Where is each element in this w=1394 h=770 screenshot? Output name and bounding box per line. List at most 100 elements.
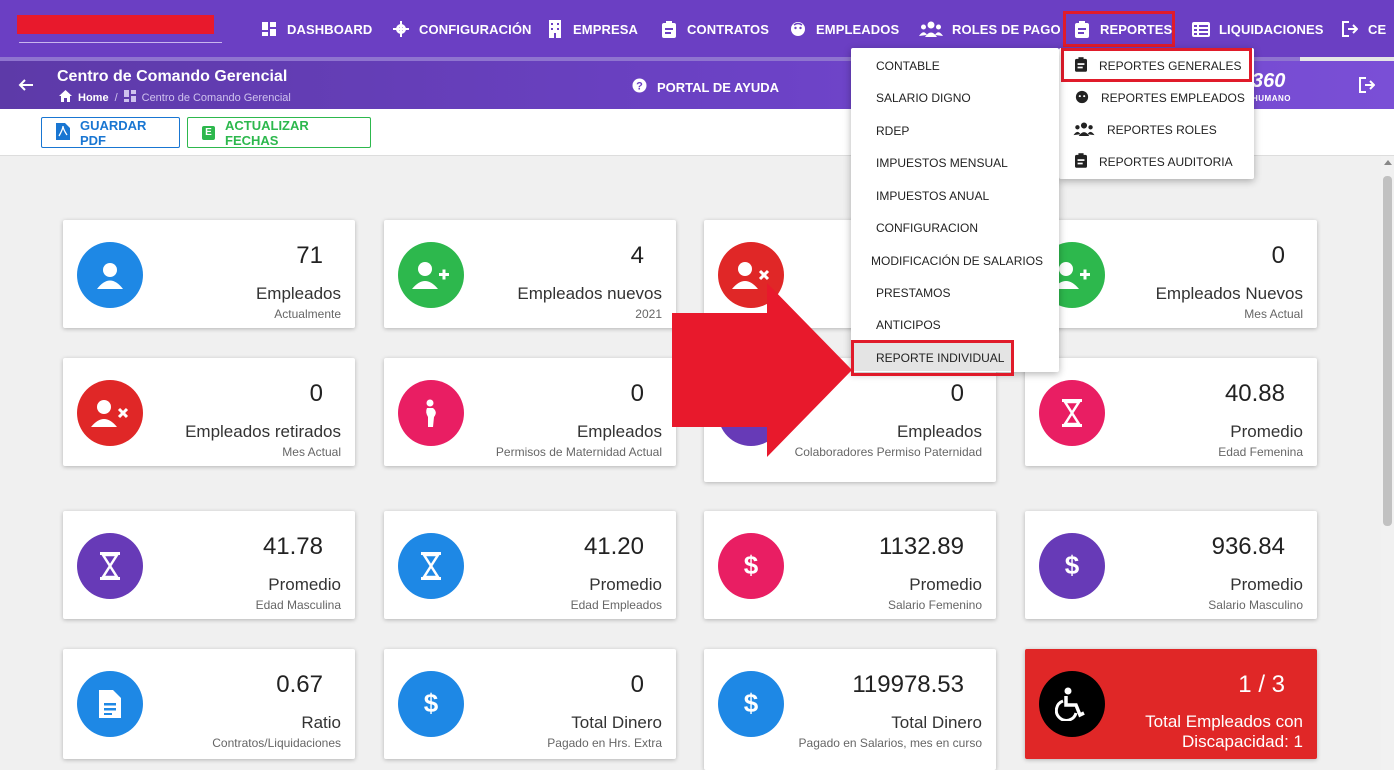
stat-value: 0 <box>309 380 323 407</box>
stat-sublabel: Permisos de Maternidad Actual <box>495 445 662 459</box>
dashboard-icon <box>260 20 278 38</box>
stat-card: 4 Empleados nuevos 2021 <box>384 220 676 328</box>
stat-value: 4 <box>630 242 644 269</box>
stat-card: 41.20 Promedio Edad Empleados <box>384 511 676 619</box>
brand-sub: HUMANO <box>1252 94 1291 103</box>
stat-value: 936.84 <box>1211 533 1285 560</box>
stat-label: Total Dinero <box>571 713 662 732</box>
scroll-thumb[interactable] <box>1383 176 1392 526</box>
update-dates-button[interactable]: E ACTUALIZAR FECHAS <box>187 117 371 148</box>
submenu-item-label: CONTABLE <box>876 59 940 73</box>
dollar-icon: $ <box>398 671 464 737</box>
stat-label: Total Dinero <box>891 713 982 732</box>
stat-sublabel: Contratos/Liquidaciones <box>212 736 341 750</box>
stat-sublabel: Pagado en Hrs. Extra <box>547 736 662 750</box>
submenu-item-modificacion-salarios[interactable]: MODIFICACIÓN DE SALARIOS <box>871 254 1043 268</box>
stat-value: 40.88 <box>1224 380 1285 407</box>
stat-label: Promedio <box>1230 575 1303 594</box>
reportes-highlight-box <box>1063 11 1175 47</box>
stat-card: $0 Total Dinero Pagado en Hrs. Extra <box>384 649 676 759</box>
submenu-item-contable[interactable]: CONTABLE <box>876 59 940 73</box>
nav-dashboard[interactable]: DASHBOARD <box>260 0 372 58</box>
person-remove-icon <box>77 380 143 446</box>
brand-logo: 360 HUMANO <box>1252 70 1291 108</box>
page-title: Centro de Comando Gerencial <box>57 68 288 85</box>
scrollbar[interactable] <box>1381 156 1394 770</box>
svg-text:$: $ <box>744 551 759 580</box>
breadcrumb-home[interactable]: Home <box>78 92 109 104</box>
submenu-item-impuestos-mensual[interactable]: IMPUESTOS MENSUAL <box>876 156 1008 170</box>
submenu-item-anticipos[interactable]: ANTICIPOS <box>876 318 941 332</box>
nav-label: DASHBOARD <box>287 21 373 37</box>
breadcrumb-separator: / <box>114 91 118 104</box>
stat-value: 1132.89 <box>879 533 964 560</box>
svg-text:$: $ <box>1065 551 1080 580</box>
hourglass-icon <box>77 533 143 599</box>
menu-item-reportes-auditoria[interactable]: REPORTES AUDITORIA <box>1075 153 1233 171</box>
pointer-arrow-annotation <box>672 283 852 462</box>
stat-sublabel: Actualmente <box>274 307 341 321</box>
submenu-item-label: CONFIGURACION <box>876 221 978 235</box>
stat-sublabel: 2021 <box>635 307 662 321</box>
submenu-item-impuestos-anual[interactable]: IMPUESTOS ANUAL <box>876 189 989 203</box>
stat-label: Promedio <box>589 575 662 594</box>
stat-value: 0 <box>1271 242 1285 269</box>
nav-empresa[interactable]: EMPRESA <box>546 0 638 58</box>
reportes-generales-highlight-box <box>1061 48 1252 82</box>
svg-text:$: $ <box>744 689 759 718</box>
stat-label: Promedio <box>1230 422 1303 441</box>
back-arrow-icon[interactable] <box>18 77 34 98</box>
submenu-item-label: SALARIO DIGNO <box>876 91 971 105</box>
nav-label: CONTRATOS <box>687 21 770 37</box>
stat-label: Ratio <box>301 713 341 732</box>
building-icon <box>546 20 564 38</box>
hourglass-icon <box>398 533 464 599</box>
gear-icon <box>392 20 410 38</box>
submenu-item-rdep[interactable]: RDEP <box>876 124 909 138</box>
submenu-item-configuracion[interactable]: CONFIGURACION <box>876 221 978 235</box>
stat-value: 71 <box>296 242 323 269</box>
document-icon <box>77 671 143 737</box>
reporte-individual-highlight-box <box>851 340 1014 376</box>
home-icon <box>59 90 72 105</box>
stat-value: 41.20 <box>583 533 644 560</box>
save-pdf-label: GUARDAR PDF <box>80 117 147 148</box>
help-portal-link[interactable]: ? PORTAL DE AYUDA <box>632 78 779 96</box>
brand-number: 360 <box>1252 70 1286 92</box>
clipboard-icon <box>1075 153 1087 171</box>
svg-text:?: ? <box>636 81 643 93</box>
nav-contratos[interactable]: CONTRATOS <box>660 0 769 58</box>
help-icon: ? <box>632 78 647 96</box>
scroll-up-arrow[interactable] <box>1384 160 1392 165</box>
menu-item-reportes-empleados[interactable]: REPORTES EMPLEADOS <box>1075 90 1245 106</box>
pregnant-icon <box>398 380 464 446</box>
stat-sublabel: Edad Femenina <box>1218 445 1303 459</box>
submenu-item-label: MODIFICACIÓN DE SALARIOS <box>871 254 1044 268</box>
dollar-icon: $ <box>718 671 784 737</box>
menu-item-reportes-roles[interactable]: REPORTES ROLES <box>1073 121 1217 139</box>
stat-card: $119978.53 Total Dinero Pagado en Salarios… <box>704 649 996 770</box>
reportes-generales-submenu: CONTABLE SALARIO DIGNO RDEP IMPUESTOS ME… <box>851 48 1059 372</box>
menu-item-label: REPORTES ROLES <box>1107 123 1217 137</box>
stat-card: 40.88 Promedio Edad Femenina <box>1025 358 1317 466</box>
submenu-item-salario-digno[interactable]: SALARIO DIGNO <box>876 91 971 105</box>
submenu-item-label: PRESTAMOS <box>876 286 951 300</box>
stat-card: 0 Empleados retirados Mes Actual <box>63 358 355 466</box>
save-pdf-button[interactable]: GUARDAR PDF <box>41 117 180 148</box>
stat-card: 0 Empleados Permisos de Maternidad Actual <box>384 358 676 466</box>
submenu-item-prestamos[interactable]: PRESTAMOS <box>876 286 950 300</box>
logo-redacted <box>17 15 214 34</box>
list-icon <box>1192 20 1210 38</box>
stat-value: 0.67 <box>276 671 323 698</box>
people-icon <box>1073 121 1095 139</box>
stat-label: Empleados Nuevos <box>1155 284 1303 303</box>
nav-label: EMPRESA <box>573 21 638 37</box>
nav-configuracion[interactable]: CONFIGURACIÓN <box>392 0 532 58</box>
nav-cerrar[interactable]: CE <box>1341 0 1386 58</box>
menu-item-label: REPORTES AUDITORIA <box>1099 155 1233 169</box>
logout-icon[interactable] <box>1359 77 1376 98</box>
nav-label: CE <box>1368 21 1387 37</box>
stat-value: 41.78 <box>262 533 323 560</box>
submenu-item-label: IMPUESTOS MENSUAL <box>876 156 1008 170</box>
menu-item-label: REPORTES EMPLEADOS <box>1101 91 1245 105</box>
